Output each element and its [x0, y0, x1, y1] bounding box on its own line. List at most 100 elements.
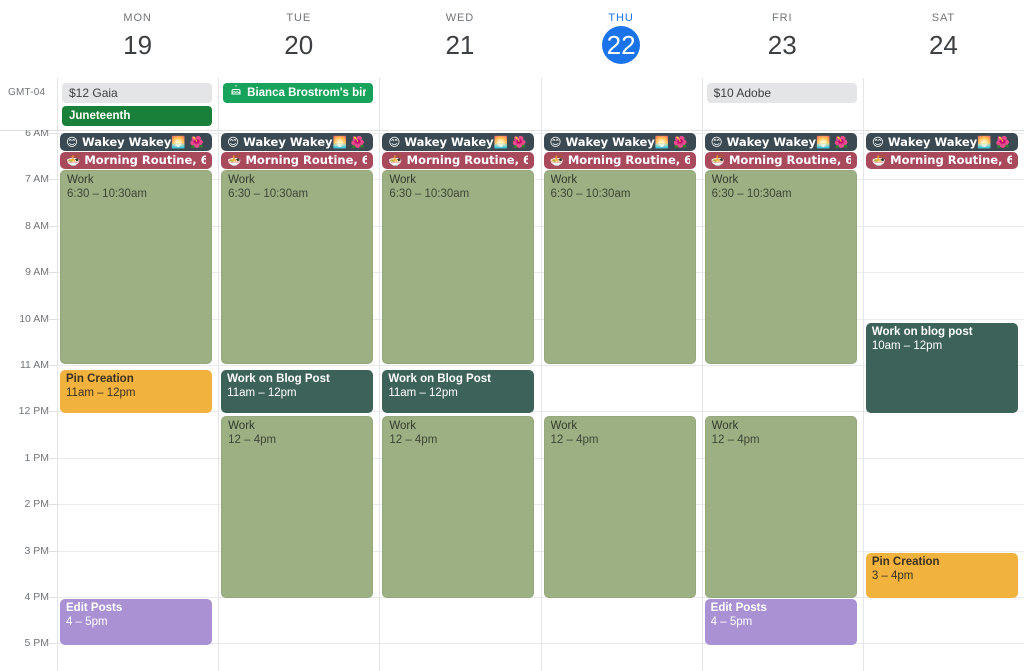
hour-label: 3 PM — [24, 544, 49, 557]
day-of-week-label: FRI — [772, 12, 793, 24]
day-header-tue[interactable]: TUE 20 — [218, 0, 379, 78]
hour-label: 1 PM — [24, 451, 49, 464]
event-time: 10am – 12pm — [871, 340, 943, 353]
all-day-event-title: $12 Gaia — [69, 86, 118, 100]
event-time: 3 – 4pm — [871, 569, 914, 582]
all-day-cell-wed[interactable] — [379, 78, 540, 130]
calendar-event[interactable]: 😊 Wakey Wakey🌅 🌺 🍄 — [221, 133, 374, 151]
timezone-label: GMT-04 — [8, 87, 46, 98]
day-headers: MON 19 TUE 20 WED 21 THU 22 FRI 23 SAT 24 — [57, 0, 1024, 78]
calendar-header: MON 19 TUE 20 WED 21 THU 22 FRI 23 SAT 24 — [0, 0, 1024, 78]
calendar-event[interactable]: Edit Posts 4 – 5pm — [60, 599, 213, 645]
event-title: 🍜 Morning Routine, 6am — [227, 153, 368, 168]
hour-label: 6 AM — [25, 130, 49, 139]
day-header-fri[interactable]: FRI 23 — [702, 0, 863, 78]
calendar-event[interactable]: Work 12 – 4pm — [221, 416, 374, 599]
time-grid[interactable]: 6 AM 7 AM 8 AM 9 AM 10 AM 11 AM 12 PM 1 PM 2 PM 3… — [0, 130, 1024, 671]
event-title: Work on blog post — [871, 326, 973, 339]
all-day-cell-thu[interactable] — [540, 78, 702, 130]
calendar-event[interactable]: 😊 Wakey Wakey🌅 🌺 🍄 — [60, 133, 213, 151]
calendar-event[interactable]: Edit Posts 4 – 5pm — [704, 599, 857, 645]
hour-label: 7 AM — [25, 173, 49, 186]
event-title: 🍜 Morning Routine, 6am — [388, 153, 529, 168]
event-time: 12 – 4pm — [389, 434, 438, 447]
event-title: Work — [228, 420, 255, 433]
event-title: 🍜 Morning Routine, 6am — [871, 153, 1012, 168]
hour-tick — [49, 225, 57, 227]
day-header-thu[interactable]: THU 22 — [541, 0, 702, 78]
calendar-event[interactable]: 🍜 Morning Routine, 6am — [221, 151, 374, 170]
event-title: 😊 Wakey Wakey🌅 🌺 🍄 — [388, 134, 528, 149]
hour-tick — [49, 133, 57, 134]
all-day-cell-sat[interactable] — [862, 78, 1024, 130]
day-of-week-label: WED — [445, 12, 475, 24]
hour-label: 5 PM — [24, 637, 49, 650]
all-day-event[interactable]: Juneteenth — [62, 106, 213, 126]
calendar-event[interactable]: Work 12 – 4pm — [543, 416, 696, 599]
day-of-week-label: MON — [123, 12, 152, 24]
hour-tick — [49, 597, 57, 598]
calendar-event[interactable]: Work 6:30 – 10:30am — [60, 170, 213, 364]
calendar-event[interactable]: Work 12 – 4pm — [704, 416, 857, 599]
event-time: 11am – 12pm — [388, 386, 458, 399]
calendar-event[interactable]: 🍜 Morning Routine, 6am — [704, 151, 857, 170]
calendar-event[interactable]: 😊 Wakey Wakey🌅 🌺 🍄 — [704, 133, 857, 151]
all-day-event[interactable]: $12 Gaia — [62, 83, 213, 103]
calendar-event[interactable]: Work on blog post 10am – 12pm — [865, 323, 1018, 413]
all-day-columns: $12 Gaia Juneteenth Bianca Brostrom's birt… — [57, 78, 1024, 130]
calendar-event[interactable]: Work 6:30 – 10:30am — [704, 170, 857, 364]
event-title: Edit Posts — [66, 602, 123, 615]
day-number[interactable]: 19 — [57, 26, 218, 64]
event-time: 6:30 – 10:30am — [228, 188, 309, 201]
calendar-event[interactable]: Pin Creation 3 – 4pm — [865, 552, 1018, 599]
day-number[interactable]: 21 — [379, 26, 540, 64]
event-time: 12 – 4pm — [711, 434, 760, 447]
calendar-event[interactable]: 😊 Wakey Wakey🌅 🌺 🍄 — [543, 133, 696, 151]
calendar-event[interactable]: Work 12 – 4pm — [382, 416, 535, 599]
calendar-event[interactable]: Work 6:30 – 10:30am — [382, 170, 535, 364]
calendar-event[interactable]: Work on Blog Post 11am – 12pm — [382, 369, 535, 413]
calendar-event[interactable]: 🍜 Morning Routine, 6am — [865, 151, 1018, 170]
day-number[interactable]: 20 — [218, 26, 379, 64]
day-number[interactable]: 24 — [863, 26, 1024, 64]
day-header-sat[interactable]: SAT 24 — [863, 0, 1024, 78]
calendar-event[interactable]: 🍜 Morning Routine, 6am — [543, 151, 696, 170]
event-title: 😊 Wakey Wakey🌅 🌺 🍄 — [549, 134, 690, 149]
calendar-event[interactable]: Pin Creation 11am – 12pm — [60, 369, 213, 413]
hour-tick — [49, 272, 57, 274]
event-title: 🍜 Morning Routine, 6am — [66, 153, 207, 168]
day-number[interactable]: 22 — [602, 26, 641, 64]
all-day-event[interactable]: $10 Adobe — [706, 83, 857, 103]
event-title: 🍜 Morning Routine, 6am — [549, 153, 690, 168]
event-time: 6:30 – 10:30am — [67, 188, 147, 201]
hour-tick — [49, 318, 57, 320]
event-title: 🍜 Morning Routine, 6am — [710, 153, 851, 168]
calendar-event[interactable]: Work on Blog Post 11am – 12pm — [221, 369, 374, 413]
hour-tick — [49, 411, 57, 413]
day-header-mon[interactable]: MON 19 — [57, 0, 218, 78]
event-title: Work — [67, 174, 94, 187]
day-of-week-label: TUE — [286, 12, 312, 24]
all-day-event[interactable]: Bianca Brostrom's birt — [223, 83, 374, 103]
day-of-week-label: SAT — [931, 12, 956, 24]
day-columns[interactable]: 😊 Wakey Wakey🌅 🌺 🍄 🍜 Morning Routine, 6am… — [57, 130, 1024, 671]
calendar-event[interactable]: 😊 Wakey Wakey🌅 🌺 🍄 — [382, 133, 535, 151]
day-number[interactable]: 23 — [702, 26, 863, 64]
calendar-event[interactable]: Work 6:30 – 10:30am — [543, 170, 696, 364]
event-title: 😊 Wakey Wakey🌅 🌺 🍄 — [227, 134, 367, 149]
event-time: 4 – 5pm — [710, 616, 753, 629]
birthday-cake-icon — [230, 83, 247, 103]
calendar-event[interactable]: 🍜 Morning Routine, 6am — [60, 151, 213, 170]
calendar-event[interactable]: 🍜 Morning Routine, 6am — [382, 151, 535, 170]
event-title: Work — [711, 420, 739, 433]
all-day-row: GMT-04 $12 Gaia Juneteenth Bianca Brostrom… — [0, 78, 1024, 131]
hour-tick — [49, 365, 57, 366]
hour-label: 9 AM — [25, 266, 49, 279]
event-time: 11am – 12pm — [227, 386, 297, 399]
day-header-wed[interactable]: WED 21 — [379, 0, 540, 78]
calendar-event[interactable]: Work 6:30 – 10:30am — [221, 170, 374, 364]
event-time: 6:30 – 10:30am — [389, 188, 470, 201]
hour-label: 4 PM — [24, 591, 49, 603]
event-title: Pin Creation — [66, 372, 134, 385]
calendar-event[interactable]: 😊 Wakey Wakey🌅 🌺 🍄 — [865, 133, 1018, 151]
